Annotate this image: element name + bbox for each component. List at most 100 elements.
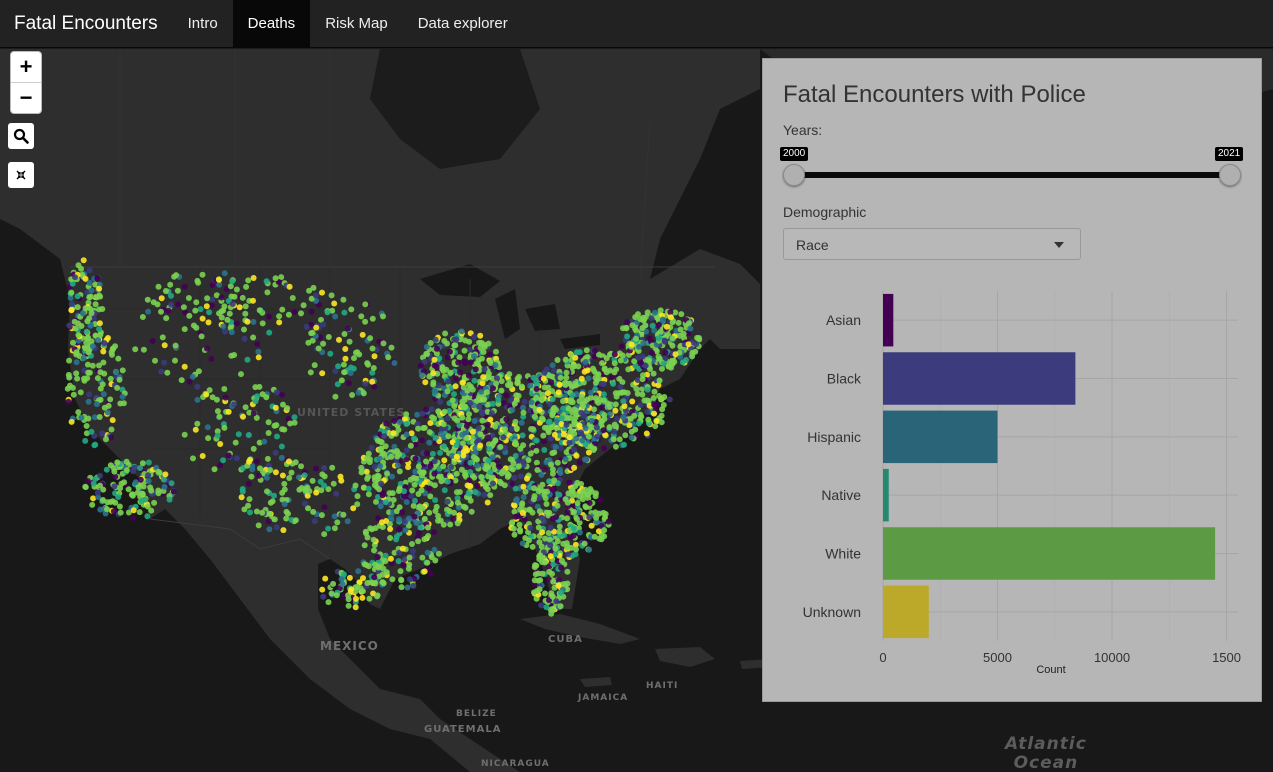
incident-point	[310, 508, 317, 515]
incident-point	[557, 445, 564, 452]
incident-point	[161, 483, 168, 490]
tab-data-explorer[interactable]: Data explorer	[403, 0, 523, 47]
tab-risk-map[interactable]: Risk Map	[310, 0, 403, 47]
years-slider-track[interactable]	[793, 172, 1231, 178]
incident-point	[267, 499, 274, 506]
incident-point	[600, 381, 607, 387]
incident-point	[348, 306, 355, 313]
chart-bar-unknown	[883, 585, 929, 639]
incident-point	[606, 424, 613, 431]
incident-point	[403, 431, 410, 438]
incident-point	[114, 459, 121, 466]
incident-point	[541, 384, 548, 391]
incident-point	[634, 390, 641, 397]
zoom-out-button[interactable]: −	[11, 82, 41, 113]
incident-point	[526, 537, 532, 544]
panel-title: Fatal Encounters with Police	[783, 81, 1086, 108]
incident-point	[364, 360, 371, 367]
incident-point	[190, 322, 197, 329]
incident-point	[265, 419, 272, 426]
incident-point	[651, 388, 658, 395]
incident-point	[115, 494, 122, 500]
incident-point	[534, 467, 541, 473]
incident-point	[648, 315, 655, 322]
incident-point	[209, 394, 216, 401]
incident-point	[678, 311, 685, 318]
incident-point	[319, 289, 325, 296]
incident-point	[88, 293, 94, 300]
demographic-select[interactable]: Race	[783, 228, 1081, 260]
incident-point	[145, 459, 152, 466]
incident-point	[214, 432, 221, 439]
incident-point	[610, 436, 617, 443]
tab-intro[interactable]: Intro	[173, 0, 233, 47]
incident-point	[231, 401, 237, 408]
incident-point	[605, 518, 612, 525]
incident-point	[571, 464, 578, 471]
incident-point	[325, 599, 332, 606]
incident-point	[493, 380, 500, 387]
brand-title[interactable]: Fatal Encounters	[0, 0, 173, 47]
incident-point	[285, 311, 292, 318]
incident-point	[421, 536, 428, 543]
incident-point	[453, 375, 459, 382]
incident-point	[554, 502, 561, 509]
incident-point	[442, 330, 449, 337]
incident-point	[512, 439, 519, 446]
incident-point	[432, 434, 439, 441]
incident-point	[194, 396, 201, 403]
incident-point	[500, 434, 507, 441]
incident-point	[105, 402, 112, 409]
incident-point	[287, 420, 294, 427]
incident-point	[666, 396, 673, 403]
year-min-handle[interactable]	[783, 164, 805, 186]
incident-point	[300, 302, 307, 309]
incident-point	[84, 318, 91, 325]
incident-point	[560, 431, 567, 438]
incident-point	[232, 439, 239, 446]
incident-point	[365, 485, 372, 492]
incident-point	[272, 449, 279, 456]
collapse-icon	[16, 170, 26, 180]
incident-point	[203, 345, 210, 352]
incident-point	[172, 342, 179, 349]
incident-point	[424, 524, 431, 531]
incident-point	[229, 278, 236, 285]
search-button[interactable]	[8, 123, 34, 149]
incident-point	[161, 342, 168, 349]
incident-point	[447, 369, 454, 376]
incident-point	[88, 287, 95, 294]
incident-point	[471, 377, 478, 384]
incident-point	[536, 553, 543, 560]
incident-point	[327, 350, 334, 357]
incident-point	[465, 372, 472, 379]
tab-deaths[interactable]: Deaths	[232, 0, 311, 47]
incident-point	[89, 343, 96, 350]
incident-point	[662, 349, 669, 356]
years-label: Years:	[783, 122, 823, 138]
ocean-label-line1: Atlantic	[1005, 734, 1087, 754]
incident-point	[110, 508, 117, 515]
incident-point	[665, 363, 672, 370]
year-max-handle[interactable]	[1219, 164, 1241, 186]
incident-point	[360, 390, 367, 397]
incident-point	[390, 496, 397, 503]
ocean-label-line2: Ocean	[1013, 753, 1079, 772]
incident-point	[612, 443, 619, 450]
incident-point	[66, 357, 73, 364]
chart-x-tick-label: 1500	[1212, 650, 1241, 665]
incident-point	[661, 394, 668, 400]
incident-point	[380, 340, 387, 347]
zoom-in-button[interactable]: +	[11, 52, 41, 82]
incident-point	[541, 559, 548, 566]
incident-point	[610, 380, 617, 387]
incident-point	[246, 458, 252, 465]
incident-point	[206, 309, 213, 316]
incident-point	[427, 463, 434, 470]
incident-point	[544, 390, 551, 397]
reset-view-button[interactable]	[8, 162, 34, 188]
map-label-cuba: CUBA	[548, 634, 583, 645]
incident-point	[556, 528, 563, 535]
incident-point	[548, 378, 555, 385]
incident-point	[359, 594, 366, 601]
